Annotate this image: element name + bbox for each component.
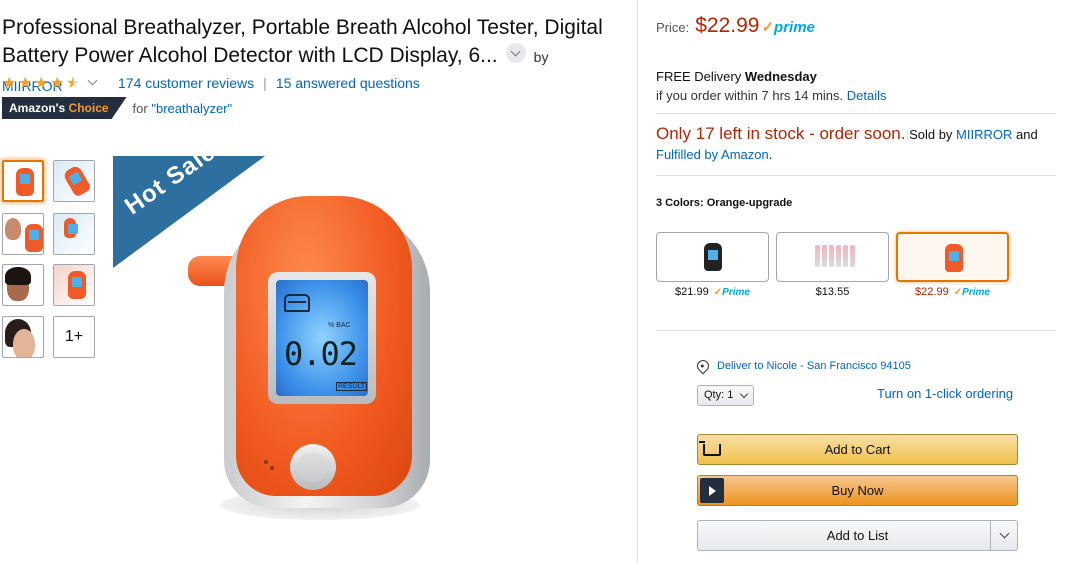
device-orange-icon <box>945 244 963 272</box>
choice-a: Amazon's <box>9 101 69 115</box>
add-to-list-label: Add to List <box>826 528 889 543</box>
chevron-down-icon <box>999 528 1009 539</box>
details-link[interactable]: Details <box>847 88 887 103</box>
delivery-day: Wednesday <box>744 69 817 84</box>
separator: | <box>263 75 267 91</box>
star-rating[interactable]: ★ ★ ★ ★ ★ <box>2 74 81 92</box>
qty-label: Qty: 1 <box>704 389 734 401</box>
more-images-label: 1+ <box>64 328 84 345</box>
stock-warning: Only 17 left in stock - order soon. <box>656 124 906 143</box>
prime-label: prime <box>774 19 815 36</box>
result-label: RESULT <box>336 382 368 391</box>
thumbnail-more[interactable]: 1+ <box>53 316 95 358</box>
stock-info: Only 17 left in stock - order soon. Sold… <box>656 124 1056 165</box>
add-to-list-button[interactable]: Add to List <box>697 520 1018 551</box>
prime-label: Prime <box>962 287 990 298</box>
one-click-link[interactable]: Turn on 1-click ordering <box>877 386 1013 401</box>
device-black-icon <box>704 243 722 271</box>
divider <box>656 113 1056 114</box>
swatch-price-value: $13.55 <box>815 286 850 298</box>
price-row: Price: $22.99 ✓prime <box>656 14 815 38</box>
seller-link[interactable]: MIIRROR <box>956 127 1012 142</box>
thumbnail-4[interactable] <box>53 213 95 255</box>
check-icon: ✓ <box>761 19 775 36</box>
color-swatch-orange-upgrade[interactable] <box>896 232 1009 282</box>
lcd-reading: 0.02 <box>284 335 358 373</box>
color-swatch-mouthpieces[interactable] <box>776 232 889 282</box>
star-icon: ★ <box>2 74 17 92</box>
deliver-to-link[interactable]: Deliver to Nicole - San Francisco 94105 <box>694 357 911 375</box>
fulfilled-by-link[interactable]: Fulfilled by Amazon <box>656 147 769 162</box>
period: . <box>768 147 773 162</box>
prime-badge: ✓Prime <box>713 287 750 298</box>
rating-chevron-icon[interactable] <box>87 75 98 85</box>
thumbnail-1[interactable] <box>2 160 44 202</box>
star-half-icon: ★ <box>66 74 81 92</box>
cart-icon <box>698 435 726 464</box>
chevron-down-icon <box>740 389 749 398</box>
quantity-select[interactable]: Qty: 1 <box>697 385 755 406</box>
bac-unit: % BAC <box>328 322 351 329</box>
deliver-to-text: Deliver to Nicole - San Francisco 94105 <box>717 360 911 372</box>
sold-by-label: Sold by <box>905 127 957 142</box>
price-label: Price: <box>656 20 690 35</box>
add-to-list-dropdown[interactable] <box>990 521 1017 550</box>
delivery-b: if you order within 7 hrs 14 mins. <box>656 88 847 103</box>
star-icon: ★ <box>34 74 49 92</box>
device-thumb-icon <box>16 168 34 196</box>
amazons-choice-row: Amazon's Choice for "breathalyzer" <box>2 97 232 119</box>
delivery-info: FREE Delivery Wednesday if you order wit… <box>656 67 887 105</box>
swatch-price-2: $13.55 <box>776 286 889 298</box>
thumbnail-6[interactable] <box>53 264 95 306</box>
main-product-image[interactable]: % BAC 0.02 RESULT <box>180 190 440 530</box>
amazons-choice-badge[interactable]: Amazon's Choice <box>2 97 127 119</box>
location-pin-icon <box>694 357 712 375</box>
thumbnail-3[interactable] <box>2 213 44 255</box>
swatch-price-value: $22.99 <box>915 286 949 298</box>
add-to-cart-label: Add to Cart <box>824 442 891 457</box>
prime-badge: ✓prime <box>761 18 814 36</box>
color-swatch-black[interactable] <box>656 232 769 282</box>
customer-reviews-link[interactable]: 174 customer reviews <box>118 75 254 91</box>
prime-label: Prime <box>722 287 750 298</box>
and-label: and <box>1012 127 1038 142</box>
device-thumb-icon <box>25 224 43 252</box>
car-icon <box>284 294 310 312</box>
thumbnail-5[interactable] <box>2 264 44 306</box>
thumbnail-2[interactable] <box>53 160 95 202</box>
prime-badge: ✓Prime <box>953 287 990 298</box>
colors-label: 3 Colors: Orange-upgrade <box>656 197 793 209</box>
swatch-price-value: $21.99 <box>675 286 709 298</box>
price-value: $22.99 <box>695 14 760 37</box>
chevron-down-icon[interactable] <box>505 43 526 64</box>
rating-row: ★ ★ ★ ★ ★ 174 customer reviews | 15 answ… <box>2 74 420 92</box>
by-label: by <box>533 49 549 65</box>
add-to-cart-button[interactable]: Add to Cart <box>697 434 1018 465</box>
swatch-price-3: $22.99 ✓Prime <box>896 286 1009 298</box>
buy-now-label: Buy Now <box>831 483 884 498</box>
mouthpieces-icon <box>815 245 855 267</box>
thumbnail-7[interactable] <box>2 316 44 358</box>
swatch-price-1: $21.99 ✓Prime <box>656 286 769 298</box>
delivery-a: FREE Delivery <box>656 69 745 84</box>
column-divider <box>637 0 638 563</box>
choice-query-link[interactable]: "breathalyzer" <box>151 101 232 116</box>
play-icon <box>700 478 724 503</box>
buy-now-button[interactable]: Buy Now <box>697 475 1018 506</box>
star-icon: ★ <box>18 74 33 92</box>
answered-questions-link[interactable]: 15 answered questions <box>276 75 420 91</box>
choice-for-label: for <box>132 100 152 116</box>
choice-for-text: for "breathalyzer" <box>133 101 233 116</box>
device-thumb-icon <box>64 218 78 238</box>
divider <box>656 175 1056 176</box>
device-thumb-icon <box>68 271 86 299</box>
star-icon: ★ <box>50 74 65 92</box>
divider <box>656 330 1056 331</box>
choice-b: Choice <box>68 101 109 115</box>
